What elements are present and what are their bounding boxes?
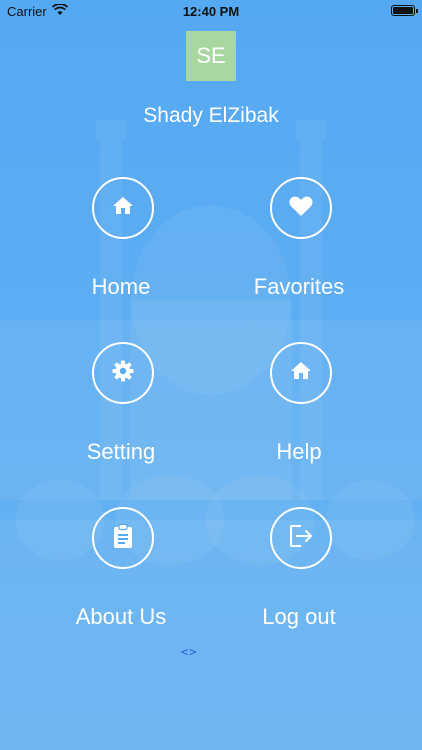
menu-item-favorites[interactable]: Favorites: [211, 177, 391, 307]
clipboard-icon: [112, 523, 134, 554]
user-name: Shady ElZibak: [143, 104, 279, 127]
gear-icon: [111, 359, 135, 388]
code-link[interactable]: <>: [181, 645, 197, 659]
help-button[interactable]: [270, 342, 332, 404]
menu-item-help[interactable]: Help: [211, 342, 391, 472]
avatar[interactable]: SE: [186, 31, 236, 81]
home-label: Home: [91, 274, 151, 299]
status-bar: Carrier 12:40 PM: [0, 0, 422, 22]
menu-item-about-us[interactable]: About Us: [33, 507, 213, 637]
logout-icon: [287, 523, 315, 554]
menu-item-home[interactable]: Home: [33, 177, 213, 307]
menu-item-log-out[interactable]: Log out: [211, 507, 391, 637]
battery-icon: [391, 5, 418, 16]
favorites-button[interactable]: [270, 177, 332, 239]
setting-label: Setting: [86, 439, 156, 464]
status-time: 12:40 PM: [182, 4, 240, 19]
log-out-label: Log out: [262, 604, 336, 629]
about-us-label: About Us: [75, 604, 167, 629]
log-out-button[interactable]: [270, 507, 332, 569]
menu-item-setting[interactable]: Setting: [33, 342, 213, 472]
setting-button[interactable]: [92, 342, 154, 404]
heart-icon: [288, 194, 314, 223]
home-icon: [111, 194, 135, 223]
help-label: Help: [276, 439, 322, 464]
home-button[interactable]: [92, 177, 154, 239]
about-us-button[interactable]: [92, 507, 154, 569]
home-icon: [289, 359, 313, 388]
favorites-label: Favorites: [253, 274, 345, 299]
